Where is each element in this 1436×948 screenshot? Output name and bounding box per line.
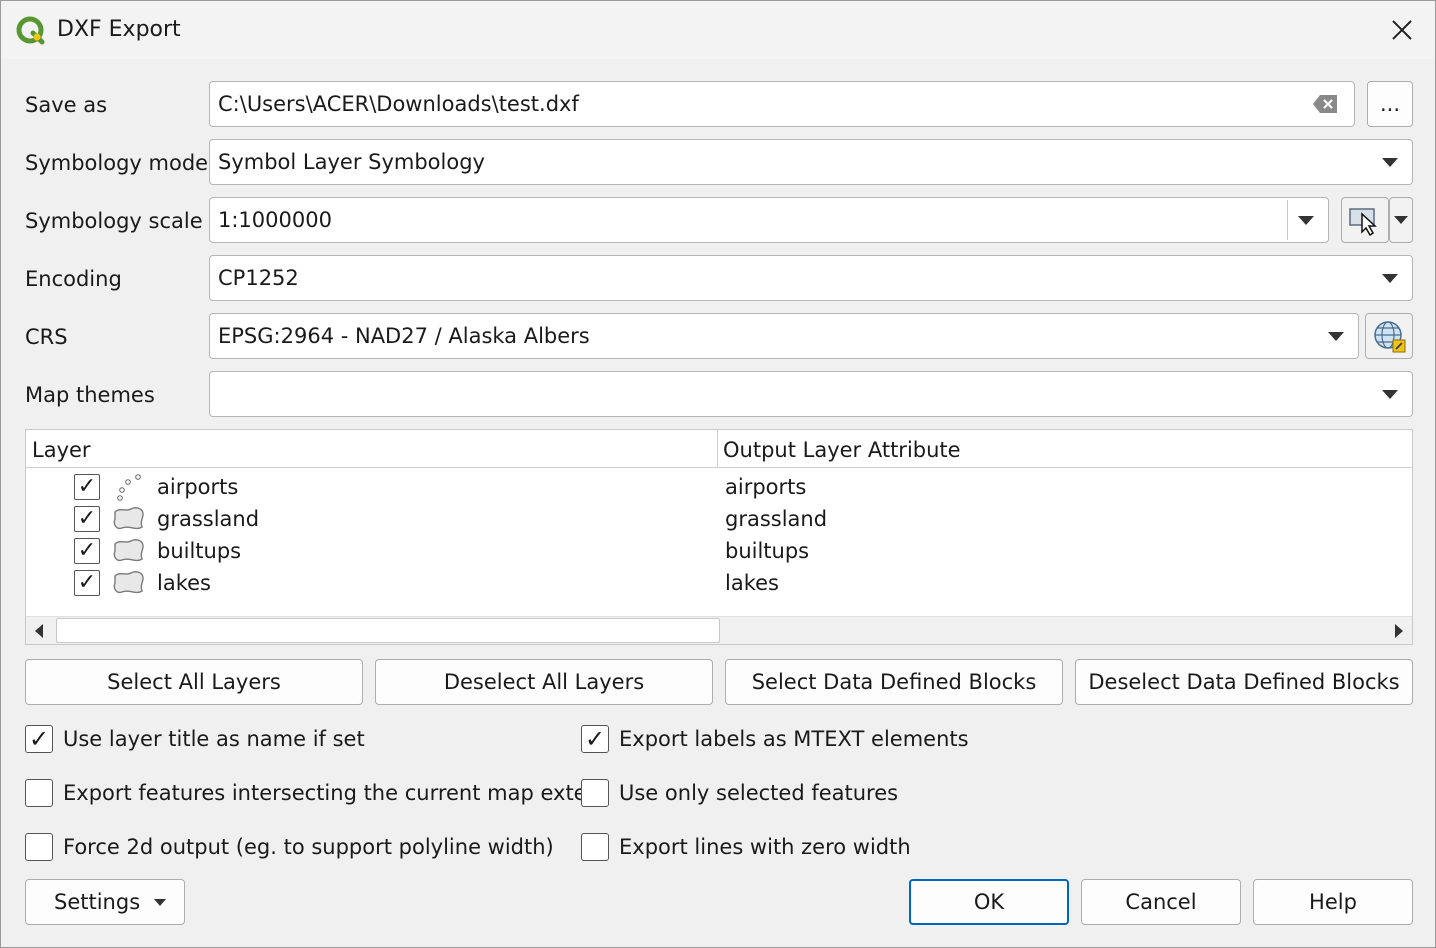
- table-row[interactable]: ✓ lakes lakes: [26, 568, 1412, 600]
- window-title: DXF Export: [57, 17, 181, 42]
- chevron-down-icon[interactable]: [1298, 216, 1314, 225]
- polygon-layer-icon: [113, 539, 144, 562]
- cancel-button[interactable]: Cancel: [1081, 879, 1241, 925]
- polygon-layer-icon: [113, 507, 144, 530]
- export-labels-mtext-label[interactable]: Export labels as MTEXT elements: [619, 727, 969, 751]
- select-all-layers-label: Select All Layers: [107, 670, 281, 694]
- polygon-layer-icon: [113, 571, 144, 594]
- layer-checkbox[interactable]: ✓: [74, 570, 100, 596]
- browse-button-label: ...: [1379, 92, 1401, 116]
- settings-button-label: Settings: [54, 890, 141, 914]
- layers-table: Layer Output Layer Attribute ✓ airports …: [25, 429, 1413, 645]
- layer-output-attribute[interactable]: airports: [725, 475, 806, 499]
- map-themes-label: Map themes: [25, 383, 155, 407]
- chevron-down-icon: [1394, 216, 1408, 224]
- scale-from-canvas-button[interactable]: [1341, 197, 1389, 243]
- chevron-down-icon: [1382, 158, 1398, 167]
- column-divider: [717, 430, 718, 467]
- chevron-down-icon: [1328, 332, 1344, 341]
- layer-output-attribute[interactable]: builtups: [725, 539, 809, 563]
- browse-button[interactable]: ...: [1367, 81, 1413, 127]
- table-header: Layer Output Layer Attribute: [26, 430, 1412, 468]
- select-data-defined-blocks-button[interactable]: Select Data Defined Blocks: [725, 659, 1063, 705]
- globe-icon: [1374, 321, 1406, 353]
- point-layer-icon: [117, 474, 141, 501]
- map-themes-select[interactable]: [209, 371, 1413, 417]
- layer-name: lakes: [157, 571, 211, 595]
- zero-width-lines-label[interactable]: Export lines with zero width: [619, 835, 911, 859]
- only-selected-label[interactable]: Use only selected features: [619, 781, 898, 805]
- symbology-scale-value: 1:1000000: [218, 208, 332, 232]
- close-button[interactable]: [1379, 9, 1425, 51]
- ok-button-label: OK: [973, 890, 1005, 914]
- deselect-data-defined-blocks-label: Deselect Data Defined Blocks: [1088, 670, 1400, 694]
- title-bar: DXF Export: [1, 1, 1435, 59]
- encoding-select[interactable]: CP1252: [209, 255, 1413, 301]
- table-row[interactable]: ✓ airports airports: [26, 472, 1412, 504]
- help-button-label: Help: [1309, 890, 1357, 914]
- crs-label: CRS: [25, 325, 68, 349]
- map-pointer-icon: [1349, 208, 1377, 236]
- chevron-down-icon: [1382, 390, 1398, 399]
- table-row[interactable]: ✓ builtups builtups: [26, 536, 1412, 568]
- zero-width-lines-checkbox[interactable]: [581, 833, 609, 861]
- force-2d-checkbox[interactable]: [25, 833, 53, 861]
- qgis-logo-icon: [16, 16, 45, 45]
- use-layer-title-checkbox[interactable]: ✓: [25, 725, 53, 753]
- select-data-defined-blocks-label: Select Data Defined Blocks: [751, 670, 1037, 694]
- save-as-value: C:\Users\ACER\Downloads\test.dxf: [218, 92, 579, 116]
- intersect-extent-label[interactable]: Export features intersecting the current…: [63, 781, 608, 805]
- scroll-left-icon[interactable]: [34, 624, 44, 638]
- horizontal-scrollbar[interactable]: [26, 616, 1412, 644]
- export-labels-mtext-checkbox[interactable]: ✓: [581, 725, 609, 753]
- scroll-right-icon[interactable]: [1394, 624, 1404, 638]
- cancel-button-label: Cancel: [1125, 890, 1197, 914]
- encoding-label: Encoding: [25, 267, 122, 291]
- intersect-extent-checkbox[interactable]: [25, 779, 53, 807]
- scale-menu-button[interactable]: [1389, 197, 1413, 243]
- symbology-scale-combo[interactable]: 1:1000000: [209, 197, 1329, 243]
- layer-checkbox[interactable]: ✓: [74, 538, 100, 564]
- layer-checkbox[interactable]: ✓: [74, 474, 100, 500]
- combo-divider: [1287, 200, 1288, 240]
- deselect-all-layers-button[interactable]: Deselect All Layers: [375, 659, 713, 705]
- close-icon: [1392, 20, 1412, 40]
- help-button[interactable]: Help: [1253, 879, 1413, 925]
- crs-selector-button[interactable]: [1365, 313, 1413, 359]
- select-all-layers-button[interactable]: Select All Layers: [25, 659, 363, 705]
- use-layer-title-label[interactable]: Use layer title as name if set: [63, 727, 365, 751]
- only-selected-checkbox[interactable]: [581, 779, 609, 807]
- chevron-down-icon: [154, 899, 166, 906]
- crs-select[interactable]: EPSG:2964 - NAD27 / Alaska Albers: [209, 313, 1359, 359]
- deselect-all-layers-label: Deselect All Layers: [443, 670, 645, 694]
- layer-name: grassland: [157, 507, 260, 531]
- force-2d-label[interactable]: Force 2d output (eg. to support polyline…: [63, 835, 554, 859]
- dxf-export-dialog: DXF Export Save as C:\Users\ACER\Downloa…: [0, 0, 1436, 948]
- save-as-input[interactable]: C:\Users\ACER\Downloads\test.dxf: [209, 81, 1355, 127]
- symbology-mode-value: Symbol Layer Symbology: [218, 150, 485, 174]
- settings-button[interactable]: Settings: [25, 879, 185, 925]
- clear-text-icon[interactable]: [1312, 94, 1338, 114]
- layer-output-attribute[interactable]: grassland: [725, 507, 827, 531]
- layer-checkbox[interactable]: ✓: [74, 506, 100, 532]
- scrollbar-thumb[interactable]: [56, 618, 720, 643]
- symbology-mode-select[interactable]: Symbol Layer Symbology: [209, 139, 1413, 185]
- encoding-value: CP1252: [218, 266, 299, 290]
- layer-output-attribute[interactable]: lakes: [725, 571, 779, 595]
- deselect-data-defined-blocks-button[interactable]: Deselect Data Defined Blocks: [1075, 659, 1413, 705]
- layer-name: airports: [157, 475, 239, 499]
- symbology-scale-label: Symbology scale: [25, 209, 203, 233]
- chevron-down-icon: [1382, 274, 1398, 283]
- layer-name: builtups: [157, 539, 242, 563]
- crs-value: EPSG:2964 - NAD27 / Alaska Albers: [218, 324, 590, 348]
- column-header-output-attribute[interactable]: Output Layer Attribute: [723, 438, 961, 462]
- symbology-mode-label: Symbology mode: [25, 151, 209, 175]
- table-row[interactable]: ✓ grassland grassland: [26, 504, 1412, 536]
- ok-button[interactable]: OK: [909, 879, 1069, 925]
- column-header-layer[interactable]: Layer: [32, 438, 91, 462]
- save-as-label: Save as: [25, 93, 108, 117]
